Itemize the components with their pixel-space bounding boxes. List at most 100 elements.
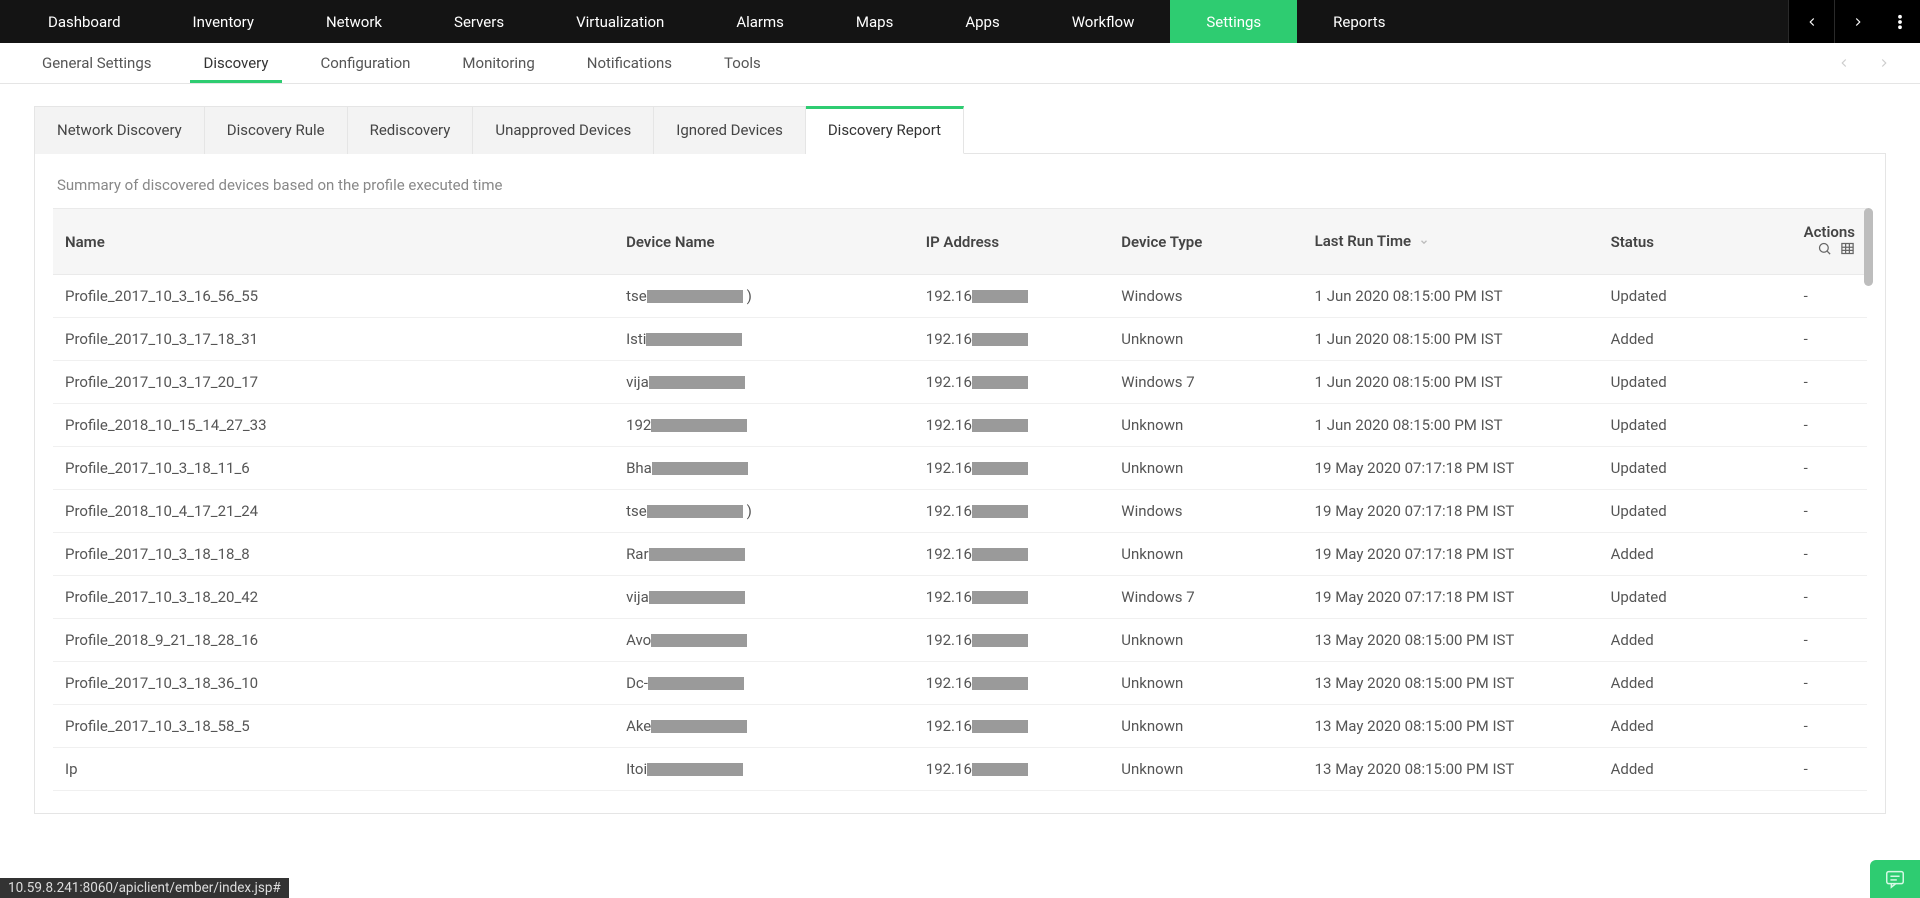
cell-actions: - xyxy=(1792,447,1867,490)
redacted-bar xyxy=(647,763,743,776)
nav-servers[interactable]: Servers xyxy=(418,0,540,43)
cell-device-type: Windows xyxy=(1109,490,1302,533)
col-header-ip[interactable]: IP Address xyxy=(914,209,1110,275)
subnav-configuration[interactable]: Configuration xyxy=(294,43,436,83)
cell-device-name: Itoi xyxy=(614,748,914,791)
table-row[interactable]: Profile_2017_10_3_18_20_42vija192.16Wind… xyxy=(53,576,1867,619)
subnav-monitoring[interactable]: Monitoring xyxy=(436,43,560,83)
subnav-prev-button[interactable] xyxy=(1824,43,1864,83)
col-header-name[interactable]: Name xyxy=(53,209,614,275)
cell-status: Updated xyxy=(1599,275,1792,318)
content-area: Network Discovery Discovery Rule Redisco… xyxy=(0,84,1920,814)
col-header-device-type[interactable]: Device Type xyxy=(1109,209,1302,275)
redacted-bar xyxy=(652,462,748,475)
cell-device-name: Bha xyxy=(614,447,914,490)
cell-status: Added xyxy=(1599,748,1792,791)
nav-dashboard[interactable]: Dashboard xyxy=(12,0,157,43)
cell-status: Updated xyxy=(1599,490,1792,533)
redacted-bar xyxy=(649,376,745,389)
cell-status: Added xyxy=(1599,533,1792,576)
cell-device-name: Avo xyxy=(614,619,914,662)
tab-unapproved-devices[interactable]: Unapproved Devices xyxy=(473,106,654,154)
cell-device-type: Unknown xyxy=(1109,318,1302,361)
cell-device-name: vija xyxy=(614,576,914,619)
nav-next-button[interactable] xyxy=(1834,0,1880,43)
nav-maps[interactable]: Maps xyxy=(820,0,929,43)
cell-ip: 192.16 xyxy=(914,662,1110,705)
cell-device-type: Windows xyxy=(1109,275,1302,318)
discovery-report-table: Name Device Name IP Address Device Type … xyxy=(53,208,1867,791)
nav-reports[interactable]: Reports xyxy=(1297,0,1421,43)
table-row[interactable]: Profile_2018_10_15_14_27_33192192.16Unkn… xyxy=(53,404,1867,447)
redacted-bar xyxy=(972,720,1028,733)
redacted-bar xyxy=(651,634,747,647)
nav-apps[interactable]: Apps xyxy=(929,0,1035,43)
redacted-bar xyxy=(649,591,745,604)
table-search-button[interactable] xyxy=(1817,241,1832,260)
col-header-status[interactable]: Status xyxy=(1599,209,1792,275)
nav-more-button[interactable] xyxy=(1880,0,1920,43)
col-header-actions-label: Actions xyxy=(1804,223,1855,241)
redacted-bar xyxy=(972,333,1028,346)
nav-prev-button[interactable] xyxy=(1788,0,1834,43)
table-row[interactable]: Profile_2017_10_3_16_56_55tse)192.16Wind… xyxy=(53,275,1867,318)
nav-settings[interactable]: Settings xyxy=(1170,0,1297,43)
tab-ignored-devices[interactable]: Ignored Devices xyxy=(654,106,806,154)
cell-name: Profile_2017_10_3_18_11_6 xyxy=(53,447,614,490)
subnav-next-button[interactable] xyxy=(1864,43,1904,83)
redacted-bar xyxy=(972,634,1028,647)
table-scrollbar[interactable] xyxy=(1864,208,1873,286)
nav-inventory[interactable]: Inventory xyxy=(157,0,290,43)
cell-ip: 192.16 xyxy=(914,318,1110,361)
nav-workflow[interactable]: Workflow xyxy=(1036,0,1171,43)
table-row[interactable]: Profile_2017_10_3_17_18_31Isti192.16Unkn… xyxy=(53,318,1867,361)
cell-device-name: Ake xyxy=(614,705,914,748)
nav-virtualization[interactable]: Virtualization xyxy=(540,0,700,43)
cell-actions: - xyxy=(1792,748,1867,791)
cell-last-run: 13 May 2020 08:15:00 PM IST xyxy=(1303,619,1599,662)
report-panel: Summary of discovered devices based on t… xyxy=(34,154,1886,814)
cell-name: Profile_2017_10_3_17_20_17 xyxy=(53,361,614,404)
main-nav: Dashboard Inventory Network Servers Virt… xyxy=(0,0,1920,43)
cell-ip: 192.16 xyxy=(914,619,1110,662)
table-row[interactable]: IpItoi192.16Unknown13 May 2020 08:15:00 … xyxy=(53,748,1867,791)
cell-actions: - xyxy=(1792,533,1867,576)
col-header-actions[interactable]: Actions xyxy=(1792,209,1867,275)
cell-name: Profile_2018_10_15_14_27_33 xyxy=(53,404,614,447)
discovery-tabs: Network Discovery Discovery Rule Redisco… xyxy=(34,106,1886,154)
cell-actions: - xyxy=(1792,404,1867,447)
cell-name: Profile_2017_10_3_18_36_10 xyxy=(53,662,614,705)
subnav-tools[interactable]: Tools xyxy=(698,43,787,83)
cell-actions: - xyxy=(1792,619,1867,662)
table-row[interactable]: Profile_2017_10_3_18_58_5Ake192.16Unknow… xyxy=(53,705,1867,748)
table-row[interactable]: Profile_2018_10_4_17_21_24tse)192.16Wind… xyxy=(53,490,1867,533)
table-row[interactable]: Profile_2017_10_3_17_20_17vija192.16Wind… xyxy=(53,361,1867,404)
table-row[interactable]: Profile_2017_10_3_18_36_10Dc-192.16Unkno… xyxy=(53,662,1867,705)
tab-rediscovery[interactable]: Rediscovery xyxy=(348,106,474,154)
cell-device-name: vija xyxy=(614,361,914,404)
col-header-device-name[interactable]: Device Name xyxy=(614,209,914,275)
tab-network-discovery[interactable]: Network Discovery xyxy=(34,106,205,154)
subnav-discovery[interactable]: Discovery xyxy=(178,43,295,83)
cell-device-name: Rar xyxy=(614,533,914,576)
table-row[interactable]: Profile_2017_10_3_18_18_8Rar192.16Unknow… xyxy=(53,533,1867,576)
cell-ip: 192.16 xyxy=(914,447,1110,490)
cell-device-type: Unknown xyxy=(1109,533,1302,576)
col-header-last-run[interactable]: Last Run Time xyxy=(1303,209,1599,275)
cell-name: Profile_2017_10_3_16_56_55 xyxy=(53,275,614,318)
table-row[interactable]: Profile_2018_9_21_18_28_16Avo192.16Unkno… xyxy=(53,619,1867,662)
sub-nav: General Settings Discovery Configuration… xyxy=(0,43,1920,84)
table-row[interactable]: Profile_2017_10_3_18_11_6Bha192.16Unknow… xyxy=(53,447,1867,490)
cell-status: Added xyxy=(1599,705,1792,748)
cell-actions: - xyxy=(1792,361,1867,404)
cell-name: Profile_2017_10_3_18_18_8 xyxy=(53,533,614,576)
tab-discovery-rule[interactable]: Discovery Rule xyxy=(205,106,348,154)
tab-discovery-report[interactable]: Discovery Report xyxy=(806,106,964,154)
subnav-general-settings[interactable]: General Settings xyxy=(16,43,178,83)
nav-network[interactable]: Network xyxy=(290,0,418,43)
subnav-notifications[interactable]: Notifications xyxy=(561,43,698,83)
redacted-bar xyxy=(649,548,745,561)
nav-alarms[interactable]: Alarms xyxy=(700,0,820,43)
chat-button[interactable] xyxy=(1870,860,1920,898)
table-columns-button[interactable] xyxy=(1840,241,1855,260)
